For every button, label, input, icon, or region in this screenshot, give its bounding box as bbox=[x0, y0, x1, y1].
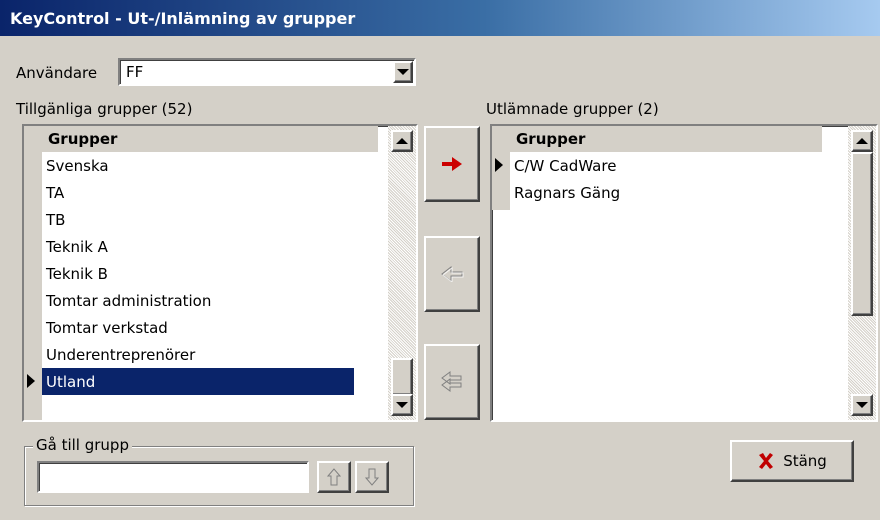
available-groups-label: Tillgänliga grupper (52) bbox=[16, 100, 193, 118]
current-row-indicator-icon bbox=[27, 374, 35, 388]
goto-next-button bbox=[355, 461, 389, 493]
available-grid-header[interactable]: Grupper bbox=[42, 126, 378, 152]
lent-scroll-down-button[interactable] bbox=[851, 394, 873, 416]
table-row[interactable]: Tomtar verkstad bbox=[42, 314, 354, 341]
lent-grid-header[interactable]: Grupper bbox=[510, 126, 822, 152]
table-row[interactable]: Teknik B bbox=[42, 260, 354, 287]
table-row[interactable]: Utland bbox=[42, 368, 354, 395]
row-label: Teknik B bbox=[46, 264, 108, 283]
table-row[interactable]: TA bbox=[42, 179, 354, 206]
goto-group-legend: Gå till grupp bbox=[33, 436, 132, 454]
arrow-up-outline-icon bbox=[327, 468, 341, 486]
available-scroll-thumb[interactable] bbox=[391, 358, 413, 396]
row-label: Tomtar administration bbox=[46, 291, 212, 310]
table-row[interactable]: C/W CadWare bbox=[510, 152, 822, 179]
row-label: Utland bbox=[46, 372, 96, 391]
goto-group-box: Gå till grupp bbox=[24, 436, 414, 506]
arrow-left-icon bbox=[441, 266, 464, 282]
goto-previous-button bbox=[317, 461, 351, 493]
row-label: TB bbox=[46, 210, 66, 229]
table-row[interactable]: Teknik A bbox=[42, 233, 354, 260]
lent-scroll-thumb[interactable] bbox=[851, 152, 873, 316]
lent-groups-label: Utlämnade grupper (2) bbox=[486, 100, 659, 118]
chevron-down-icon bbox=[397, 69, 409, 75]
user-label: Användare bbox=[16, 64, 98, 82]
table-row[interactable]: Svenska bbox=[42, 152, 354, 179]
close-x-icon bbox=[759, 453, 774, 469]
lend-group-button[interactable] bbox=[424, 126, 480, 202]
row-label: Underentreprenörer bbox=[46, 345, 196, 364]
window-title: KeyControl - Ut-/Inlämning av grupper bbox=[10, 8, 356, 28]
row-label: Tomtar verkstad bbox=[46, 318, 168, 337]
user-value: FF bbox=[126, 63, 144, 81]
window-title-bar[interactable]: KeyControl - Ut-/Inlämning av grupper bbox=[0, 0, 880, 36]
user-dropdown-button[interactable] bbox=[393, 61, 413, 83]
double-arrow-left-icon bbox=[441, 371, 462, 392]
close-button[interactable]: Stäng bbox=[730, 440, 854, 482]
row-label: Svenska bbox=[46, 156, 109, 175]
table-row[interactable]: Underentreprenörer bbox=[42, 341, 354, 368]
available-scroll-down-button[interactable] bbox=[391, 394, 413, 416]
row-label: TA bbox=[46, 183, 65, 202]
arrow-right-icon bbox=[442, 157, 462, 171]
user-combobox[interactable]: FF bbox=[118, 58, 416, 86]
arrow-down-icon bbox=[856, 402, 868, 408]
table-row[interactable]: TB bbox=[42, 206, 354, 233]
row-label: Ragnars Gäng bbox=[514, 183, 621, 202]
available-scrollbar[interactable] bbox=[388, 126, 416, 420]
lent-scrollbar[interactable] bbox=[848, 126, 876, 420]
table-row[interactable]: Ragnars Gäng bbox=[510, 179, 822, 206]
row-label: Teknik A bbox=[46, 237, 108, 256]
lent-groups-grid[interactable]: Grupper C/W CadWare Ragnars Gäng bbox=[490, 124, 878, 422]
table-row[interactable]: Tomtar administration bbox=[42, 287, 354, 314]
arrow-up-icon bbox=[396, 138, 408, 144]
arrow-down-outline-icon bbox=[365, 468, 379, 486]
lent-scroll-up-button[interactable] bbox=[851, 130, 873, 152]
return-all-groups-button bbox=[424, 344, 480, 420]
return-group-button bbox=[424, 236, 480, 312]
close-button-label: Stäng bbox=[783, 452, 827, 470]
current-row-indicator-icon bbox=[495, 158, 503, 172]
available-groups-grid[interactable]: Grupper Svenska TA TB Teknik A Teknik B Tomta… bbox=[22, 124, 418, 422]
available-scroll-up-button[interactable] bbox=[391, 130, 413, 152]
goto-group-input[interactable] bbox=[37, 461, 309, 493]
row-label: C/W CadWare bbox=[514, 156, 617, 175]
arrow-up-icon bbox=[856, 138, 868, 144]
arrow-down-icon bbox=[396, 402, 408, 408]
